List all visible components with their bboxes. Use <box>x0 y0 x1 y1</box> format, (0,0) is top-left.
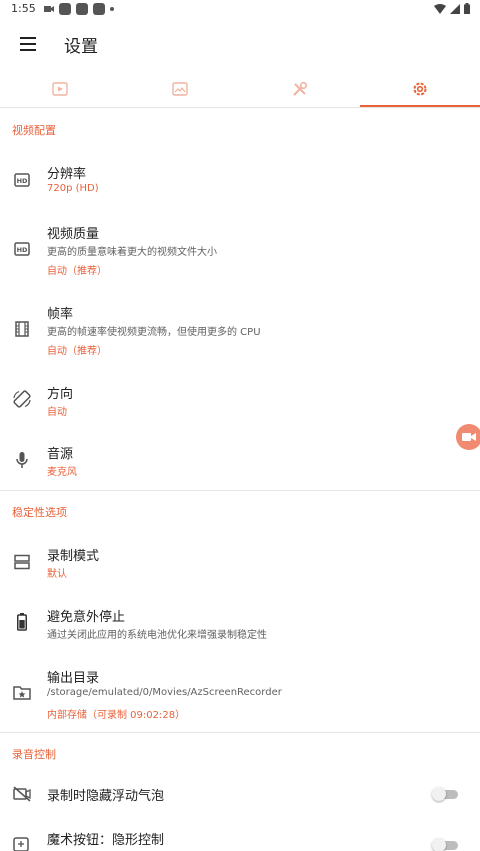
folder-star-icon <box>12 682 32 702</box>
film-strip-icon <box>12 319 32 339</box>
setting-audio-source[interactable]: 音源 麦克风 <box>0 432 480 488</box>
setting-value: 720p (HD) <box>47 183 99 194</box>
app-notification-icon <box>93 3 105 15</box>
tab-bar <box>0 70 480 108</box>
screen-rotation-icon <box>12 389 32 409</box>
section-header-video: 视频配置 <box>12 124 56 137</box>
hd-quality-icon: HD <box>12 239 32 259</box>
active-tab-indicator <box>360 105 480 107</box>
signal-icon <box>450 3 460 14</box>
svg-text:HD: HD <box>17 177 28 185</box>
setting-subtitle: 更高的帧速率使视频更流畅，但使用更多的 CPU <box>47 327 261 338</box>
hd-icon: HD <box>12 170 32 190</box>
setting-title: 录制模式 <box>47 549 100 564</box>
section-header-recording: 录音控制 <box>12 748 56 761</box>
setting-frame-rate[interactable]: 帧率 更高的帧速率使视频更流畅，但使用更多的 CPU 自动（推荐） <box>0 292 480 366</box>
setting-title: 输出目录 <box>47 671 100 686</box>
setting-video-quality[interactable]: HD 视频质量 更高的质量意味着更大的视频文件大小 自动（推荐） <box>0 212 480 286</box>
status-bar: 1:55 <box>0 0 480 18</box>
hide-bubble-icon <box>12 784 32 804</box>
battery-icon <box>464 3 470 14</box>
setting-title: 帧率 <box>47 307 74 322</box>
svg-text:HD: HD <box>17 246 28 254</box>
setting-title: 音源 <box>47 447 74 462</box>
setting-orientation[interactable]: 方向 自动 <box>0 372 480 430</box>
setting-magic-button[interactable]: 魔术按钮：隐形控制 <box>0 818 480 851</box>
record-mode-icon <box>12 552 32 572</box>
setting-hide-bubble[interactable]: 录制时隐藏浮动气泡 <box>0 776 480 812</box>
setting-avoid-stop[interactable]: 避免意外停止 通过关闭此应用的系统电池优化来增强录制稳定性 <box>0 595 480 651</box>
setting-title: 方向 <box>47 387 74 402</box>
notification-icons <box>44 3 114 15</box>
video-tab-icon <box>52 82 68 96</box>
setting-title: 分辨率 <box>47 167 87 182</box>
setting-title: 避免意外停止 <box>47 610 126 625</box>
status-time: 1:55 <box>11 2 36 15</box>
setting-subtitle: /storage/emulated/0/Movies/AzScreenRecor… <box>47 687 282 698</box>
hide-bubble-toggle[interactable] <box>432 787 460 801</box>
app-bar: 设置 <box>0 18 480 70</box>
page-title: 设置 <box>64 37 98 57</box>
setting-title: 录制时隐藏浮动气泡 <box>47 789 165 804</box>
setting-subtitle: 更高的质量意味着更大的视频文件大小 <box>47 247 217 258</box>
setting-value: 麦克风 <box>47 467 77 478</box>
microphone-icon <box>12 450 32 470</box>
app-notification-icon <box>59 3 71 15</box>
video-camera-icon <box>462 433 476 441</box>
section-divider <box>0 490 480 491</box>
setting-title: 视频质量 <box>47 227 100 242</box>
tab-settings[interactable] <box>360 70 480 108</box>
camera-notification-icon <box>44 6 54 12</box>
section-divider <box>0 732 480 733</box>
setting-title: 魔术按钮：隐形控制 <box>47 833 165 848</box>
image-tab-icon <box>172 82 188 96</box>
menu-icon[interactable] <box>14 32 42 56</box>
system-icons <box>434 3 470 14</box>
setting-record-mode[interactable]: 录制模式 默认 <box>0 534 480 590</box>
setting-value: 自动 <box>47 407 67 418</box>
tools-tab-icon <box>293 81 308 96</box>
wifi-icon <box>434 3 446 14</box>
floating-record-bubble[interactable] <box>456 424 480 450</box>
magic-button-toggle[interactable] <box>432 838 460 851</box>
settings-tab-icon <box>413 82 427 96</box>
setting-value: 内部存储（可录制 09:02:28） <box>47 710 186 721</box>
tab-video[interactable] <box>0 70 120 108</box>
section-header-stability: 稳定性选项 <box>12 506 67 519</box>
setting-resolution[interactable]: HD 分辨率 720p (HD) <box>0 152 480 210</box>
setting-value: 默认 <box>47 569 67 580</box>
setting-output-directory[interactable]: 输出目录 /storage/emulated/0/Movies/AzScreen… <box>0 656 480 730</box>
tab-images[interactable] <box>120 70 240 108</box>
app-notification-icon <box>76 3 88 15</box>
magic-button-icon <box>12 834 32 851</box>
setting-value: 自动（推荐） <box>47 346 107 357</box>
more-notifications-icon <box>110 7 114 11</box>
setting-value: 自动（推荐） <box>47 266 107 277</box>
setting-subtitle: 通过关闭此应用的系统电池优化来增强录制稳定性 <box>47 630 267 641</box>
battery-optimization-icon <box>12 612 32 632</box>
tab-tools[interactable] <box>240 70 360 108</box>
